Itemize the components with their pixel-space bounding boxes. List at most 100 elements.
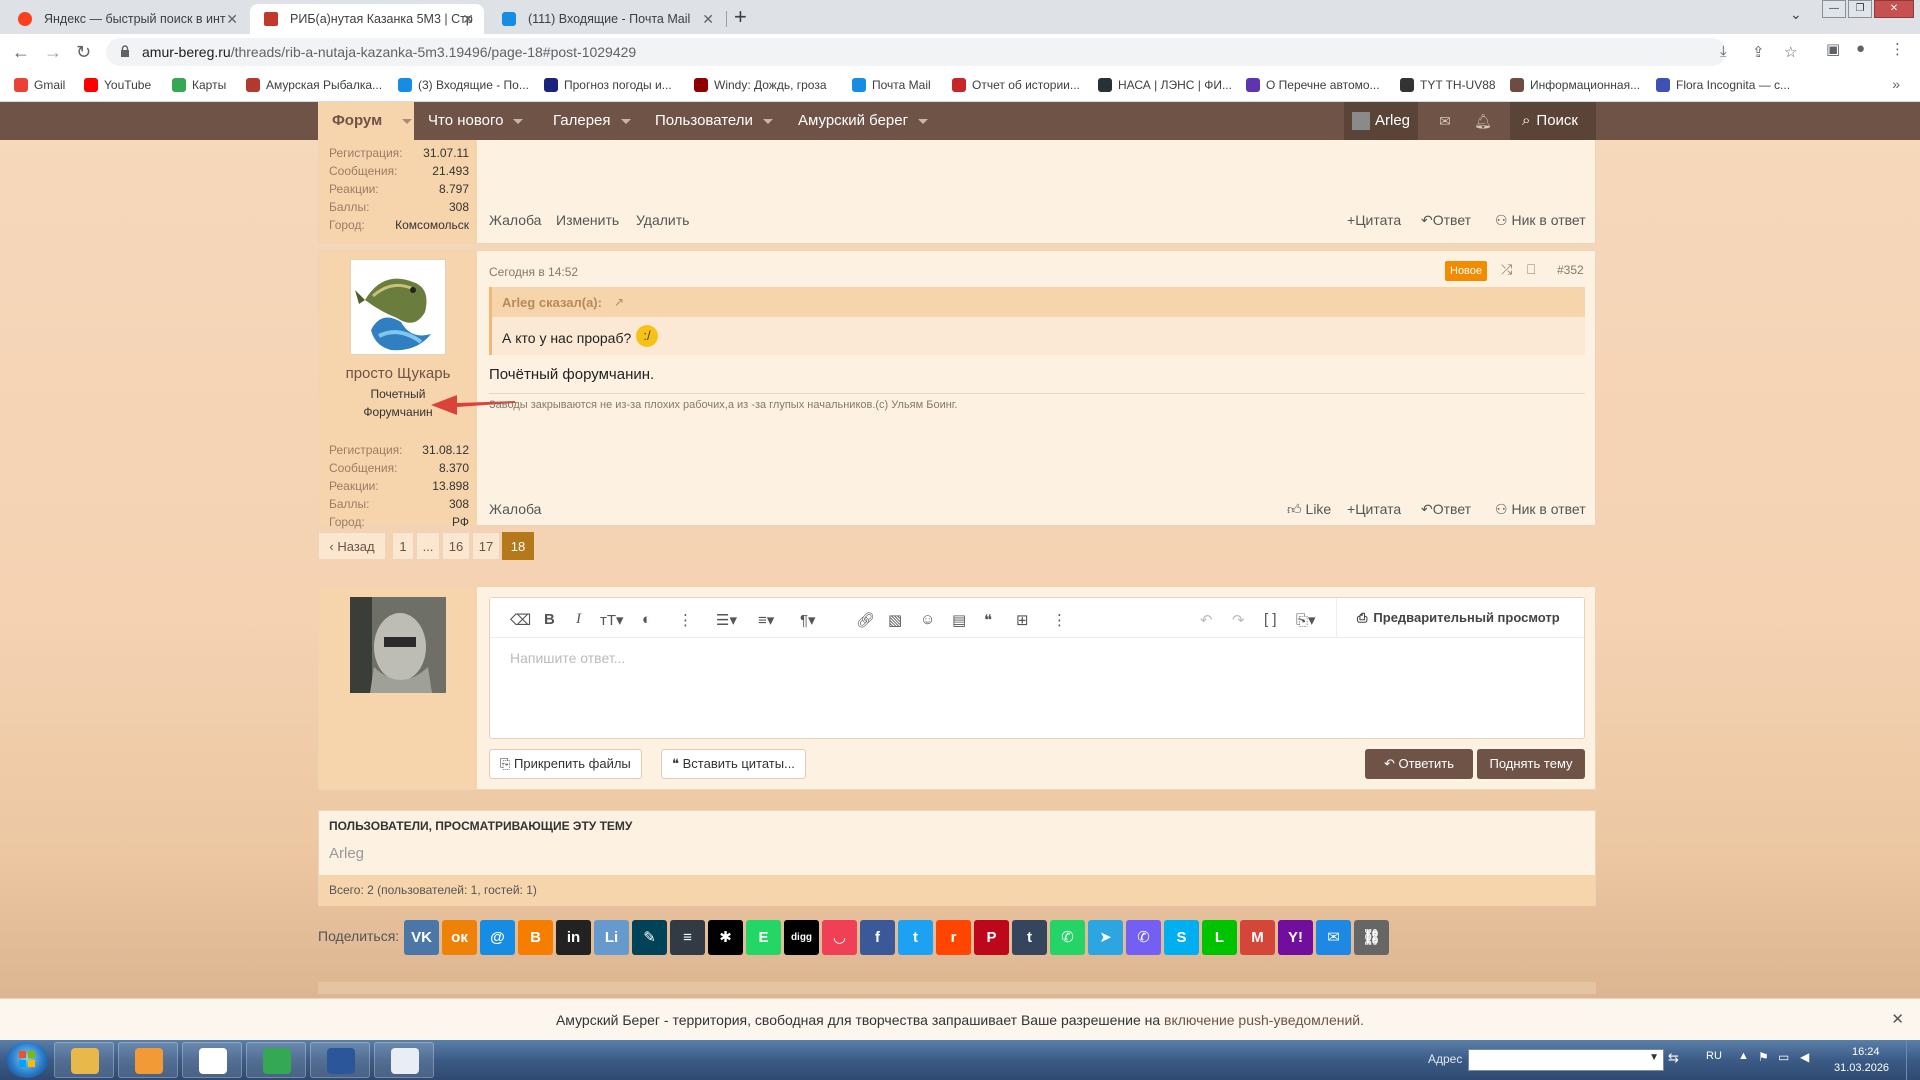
quote-button[interactable]: +Цитата — [1347, 212, 1401, 228]
edit-link[interactable]: Изменить — [556, 212, 619, 228]
vk-icon[interactable]: VK — [404, 920, 439, 955]
show-desktop-button[interactable] — [1906, 1040, 1920, 1080]
bookmark-amur-fishing[interactable]: Амурская Рыбалка... — [246, 76, 382, 94]
bookmark-gmail[interactable]: Gmail — [14, 76, 65, 94]
mention-button[interactable]: ⚇ Ник в ответ — [1495, 501, 1586, 518]
nav-whats-new[interactable]: Что нового — [428, 102, 524, 140]
nav-forum[interactable]: Форум — [318, 102, 414, 140]
forward-icon[interactable]: → — [44, 42, 62, 62]
bookmark-auto-list[interactable]: О Перечне автомо... — [1246, 76, 1380, 94]
bump-thread-button[interactable]: Поднять тему — [1477, 749, 1585, 779]
whatsapp-icon[interactable]: ✆ — [1050, 920, 1085, 955]
clear-format-icon[interactable]: ⌫ — [510, 611, 531, 629]
prev-page-button[interactable]: ‹ Назад — [318, 532, 386, 560]
viewer-user-link[interactable]: Arleg — [329, 845, 364, 862]
yahoo-icon[interactable]: Y! — [1278, 920, 1313, 955]
line-icon[interactable]: L — [1202, 920, 1237, 955]
page-1[interactable]: 1 — [392, 532, 414, 560]
more-insert-icon[interactable]: ⋮ — [1052, 611, 1067, 629]
table-icon[interactable]: ⊞ — [1016, 611, 1029, 629]
taskbar-app-chrome[interactable] — [246, 1042, 306, 1078]
chevron-down-icon[interactable] — [402, 118, 413, 124]
taskbar-app-explorer[interactable] — [54, 1042, 114, 1078]
drafts-icon[interactable]: ⎘▾ — [1296, 611, 1316, 629]
bbcode-toggle-icon[interactable]: [ ] — [1264, 611, 1277, 628]
page-17[interactable]: 17 — [472, 532, 500, 560]
linkedin-icon[interactable]: in — [556, 920, 591, 955]
gmail-icon[interactable]: M — [1240, 920, 1275, 955]
smiley-icon[interactable]: ☺ — [920, 611, 935, 628]
digg-icon[interactable]: digg — [784, 920, 819, 955]
media-icon[interactable]: ▤ — [952, 611, 966, 629]
preview-button[interactable]: ⎙ Предварительный просмотр — [1336, 598, 1584, 638]
copy-link-icon[interactable]: ⛓ — [1354, 920, 1389, 955]
taskbar-address-input[interactable]: ▼ — [1468, 1049, 1664, 1071]
nav-amur-bereg[interactable]: Амурский берег — [798, 102, 929, 140]
bold-icon[interactable]: B — [544, 611, 555, 628]
nav-users[interactable]: Пользователи — [655, 102, 773, 140]
asterisk-icon[interactable]: ✱ — [708, 920, 743, 955]
profile-icon[interactable]: ● — [1856, 40, 1865, 57]
bookmark-flora[interactable]: Flora Incognita — с... — [1656, 76, 1790, 94]
italic-icon[interactable]: I — [576, 611, 581, 628]
share-page-icon[interactable]: ⇪ — [1752, 43, 1765, 61]
bookmark-weather[interactable]: Прогноз погоды и... — [544, 76, 672, 94]
start-button[interactable] — [6, 1042, 48, 1078]
link-icon[interactable]: 🔗︎ — [856, 611, 875, 629]
skype-icon[interactable]: S — [1164, 920, 1199, 955]
undo-icon[interactable]: ↶ — [1200, 611, 1213, 629]
nav-search[interactable]: ⌕ Поиск — [1510, 102, 1596, 140]
taskbar-app-calculator[interactable] — [374, 1042, 434, 1078]
bell-icon[interactable]: 🔔︎ — [1464, 102, 1502, 140]
bookmark-info[interactable]: Информационная... — [1510, 76, 1640, 94]
post-number[interactable]: #352 — [1557, 263, 1584, 277]
livejournal-pen-icon[interactable]: ✎ — [632, 920, 667, 955]
back-icon[interactable]: ← — [12, 42, 30, 62]
post-date[interactable]: Сегодня в 14:52 — [489, 265, 578, 279]
more-bookmarks-icon[interactable]: » — [1892, 76, 1900, 92]
list-icon[interactable]: ☰▾ — [716, 611, 737, 629]
nav-gallery[interactable]: Галерея — [553, 102, 631, 140]
reload-icon[interactable]: ↻ — [76, 42, 91, 62]
bookmark-mail[interactable]: Почта Mail — [852, 76, 931, 94]
tab-yandex[interactable]: Яндекс — быстрый поиск в инт ✕ — [4, 4, 248, 34]
close-icon[interactable]: ✕ — [226, 4, 238, 34]
quote-icon[interactable]: ❝ — [984, 611, 992, 629]
quote-button[interactable]: +Цитата — [1347, 501, 1401, 517]
like-button[interactable]: 👍︎ Like — [1287, 501, 1331, 518]
share-icon[interactable]: ⤮ — [1501, 261, 1512, 278]
mention-button[interactable]: ⚇ Ник в ответ — [1495, 212, 1586, 229]
align-icon[interactable]: ≡▾ — [758, 611, 774, 629]
close-icon[interactable]: ✕ — [1891, 999, 1904, 1040]
bookmark-tyt[interactable]: TYT TH-UV88 — [1400, 76, 1496, 94]
avatar[interactable] — [350, 597, 446, 693]
telegram-icon[interactable]: ➤ — [1088, 920, 1123, 955]
attach-files-button[interactable]: ⎘ Прикрепить файлы — [489, 749, 642, 779]
page-ellipsis[interactable]: ... — [416, 532, 440, 560]
tab-forum[interactable]: РИБ(а)нутая Казанка 5М3 | Стр ✕ — [250, 4, 484, 34]
twitter-icon[interactable]: t — [898, 920, 933, 955]
bookmark-history-report[interactable]: Отчет об истории... — [952, 76, 1080, 94]
reply-button[interactable]: ↶Ответ — [1421, 501, 1471, 518]
delete-link[interactable]: Удалить — [636, 212, 689, 228]
pocket-icon[interactable]: ◡ — [822, 920, 857, 955]
external-link-icon[interactable]: ↗ — [614, 295, 624, 309]
new-tab-button[interactable]: + — [734, 4, 747, 30]
minimize-button[interactable]: — — [1822, 0, 1846, 18]
taskbar-app-word[interactable] — [310, 1042, 370, 1078]
install-icon[interactable]: ⤓ — [1720, 43, 1727, 60]
viber-icon[interactable]: ✆ — [1126, 920, 1161, 955]
network-icon[interactable]: ▭ — [1778, 1050, 1789, 1064]
chevron-down-icon[interactable] — [513, 118, 524, 124]
clock-time[interactable]: 16:24 — [1852, 1046, 1880, 1058]
taskbar-app-yandex-browser[interactable] — [182, 1042, 242, 1078]
buffer-icon[interactable]: ≡ — [670, 920, 705, 955]
email-icon[interactable]: ✉ — [1316, 920, 1351, 955]
side-panel-icon[interactable]: ▣ — [1826, 40, 1840, 58]
menu-dots-icon[interactable]: ⋮ — [1890, 40, 1905, 58]
image-icon[interactable]: ▧ — [888, 611, 902, 629]
taskbar-app-media-player[interactable] — [118, 1042, 178, 1078]
bookmark-windy[interactable]: Windy: Дождь, гроза — [694, 76, 827, 94]
pinterest-icon[interactable]: P — [974, 920, 1009, 955]
reply-textarea[interactable]: Напишите ответ... — [510, 650, 625, 666]
